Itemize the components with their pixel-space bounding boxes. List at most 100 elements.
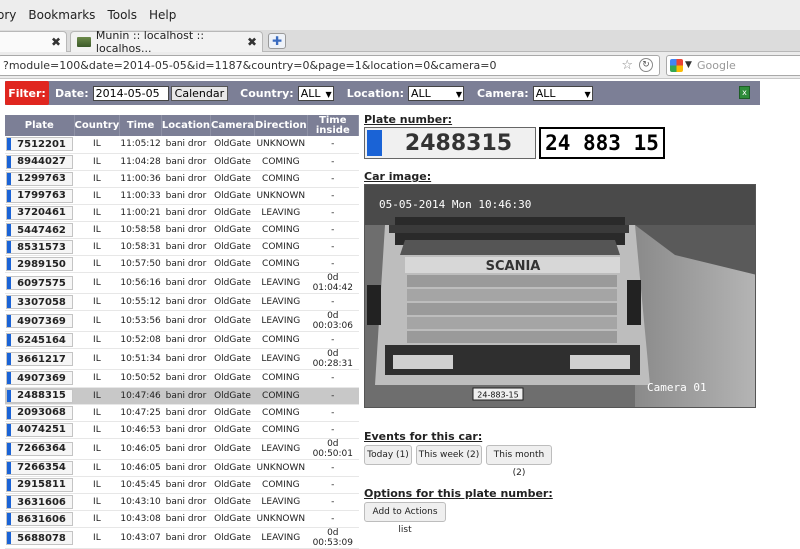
tab-munin[interactable]: Munin :: localhost :: localhos... ✖ [70, 29, 263, 55]
plate-badge[interactable]: 3631606 [6, 495, 74, 510]
cell-camera: OldGate [210, 238, 255, 257]
plate-badge[interactable]: 8944027 [6, 154, 74, 169]
plate-badge-number: 3661217 [17, 353, 66, 365]
events-month-button[interactable]: This month (2) [486, 445, 552, 478]
menu-bookmarks[interactable]: Bookmarks [28, 8, 95, 22]
table-row[interactable]: 6097575 IL 10:56:16 bani dror OldGate LEAVING… [5, 272, 359, 295]
table-row[interactable]: 2488315 IL 10:47:46 bani dror OldGate COMING - [5, 387, 359, 405]
table-row[interactable]: 4907369 IL 10:53:56 bani dror OldGate LEAVING… [5, 310, 359, 333]
cell-direction: LEAVING [254, 348, 308, 371]
plate-badge[interactable]: 5447462 [6, 223, 74, 238]
header-country[interactable]: Country [74, 115, 121, 136]
events-week-button[interactable]: This week (2) [416, 445, 482, 465]
table-row[interactable]: 5447462 IL 10:58:58 bani dror OldGate COMING - [5, 221, 359, 240]
cell-plate: 2915811 [5, 476, 75, 495]
table-row[interactable]: 8531573 IL 10:58:31 bani dror OldGate COMING - [5, 238, 359, 257]
menu-tools[interactable]: Tools [107, 8, 137, 22]
table-row[interactable]: 3631606 IL 10:43:10 bani dror OldGate LEAVING… [5, 493, 359, 512]
plate-badge[interactable]: 3720461 [6, 205, 74, 220]
plate-badge[interactable]: 4074251 [6, 422, 74, 437]
country-select[interactable]: ALL ▼ [297, 85, 334, 101]
plate-badge[interactable]: 3661217 [6, 352, 74, 367]
cell-location: bani dror [161, 255, 211, 274]
tab-bar: ✖ Munin :: localhost :: localhos... ✖ [0, 29, 800, 55]
table-row[interactable]: 3661217 IL 10:51:34 bani dror OldGate LEAVING… [5, 348, 359, 371]
table-row[interactable]: 2915811 IL 10:45:45 bani dror OldGate COMING - [5, 476, 359, 495]
plate-badge[interactable]: 5688078 [6, 531, 74, 546]
new-tab-button[interactable]: ✚ [268, 33, 286, 49]
header-camera[interactable]: Camera [210, 115, 256, 136]
table-row[interactable]: 4074251 IL 10:46:53 bani dror OldGate COMING - [5, 421, 359, 439]
close-icon[interactable]: ✖ [51, 35, 61, 49]
search-bar[interactable]: ▼ Google [666, 55, 800, 76]
url-text: ?module=100&date=2014-05-05&id=1187&coun… [3, 59, 497, 72]
plate-badge[interactable]: 4907369 [6, 314, 74, 329]
url-bar[interactable]: ?module=100&date=2014-05-05&id=1187&coun… [0, 55, 660, 76]
table-row[interactable]: 7512201 IL 11:05:12 bani dror OldGate UNKNOWN… [5, 136, 359, 154]
date-input[interactable]: 2014-05-05 [92, 85, 169, 101]
plate-badge[interactable]: 2989150 [6, 257, 74, 272]
chevron-down-icon[interactable]: ▼ [685, 56, 692, 75]
plate-badge[interactable]: 8631606 [6, 512, 74, 527]
cell-location: bani dror [161, 493, 211, 512]
plate-badge[interactable]: 4907369 [6, 371, 74, 386]
table-row[interactable]: 1799763 IL 11:00:33 bani dror OldGate UNKNOWN… [5, 187, 359, 205]
plate-badge[interactable]: 7266354 [6, 460, 74, 475]
table-row[interactable]: 6245164 IL 10:52:08 bani dror OldGate COMING - [5, 331, 359, 350]
cell-time-inside: 0d 00:50:01 [307, 438, 359, 460]
table-row[interactable]: 7266364 IL 10:46:05 bani dror OldGate LEAVING… [5, 438, 359, 460]
plate-badge-number: 6097575 [17, 277, 66, 289]
plate-badge[interactable]: 7266364 [6, 441, 74, 456]
car-image[interactable]: 24-883-15 SCANIA 05-05-2014 Mon 10:46:30… [364, 184, 756, 408]
bookmark-star-icon[interactable]: ☆ [621, 56, 633, 75]
plate-badge[interactable]: 7512201 [6, 137, 74, 152]
cell-time: 10:45:45 [119, 476, 162, 495]
plate-badge[interactable]: 2488315 [6, 388, 74, 403]
header-time-inside[interactable]: Time inside [307, 115, 360, 136]
table-row[interactable]: 8944027 IL 11:04:28 bani dror OldGate COMING - [5, 153, 359, 171]
header-plate[interactable]: Plate [5, 115, 75, 136]
plate-badge[interactable]: 2915811 [6, 477, 74, 492]
table-row[interactable]: 3720461 IL 11:00:21 bani dror OldGate LEAVING… [5, 204, 359, 222]
plate-badge[interactable]: 1299763 [6, 171, 74, 186]
calendar-button[interactable]: Calendar [170, 85, 229, 101]
menu-history[interactable]: ory [0, 8, 16, 22]
location-select[interactable]: ALL ▼ [408, 85, 465, 101]
excel-export-icon[interactable]: x [739, 86, 750, 99]
cell-location: bani dror [161, 404, 211, 422]
close-icon[interactable]: ✖ [247, 35, 257, 49]
plate-badge[interactable]: 2093068 [6, 405, 74, 420]
table-row[interactable]: 5688078 IL 10:43:07 bani dror OldGate LEAVING… [5, 527, 359, 549]
add-to-actions-button[interactable]: Add to Actions list [364, 502, 446, 535]
camera-select[interactable]: ALL ▼ [532, 85, 593, 101]
google-icon [670, 59, 683, 72]
header-time[interactable]: Time [119, 115, 162, 136]
events-today-button[interactable]: Today (1) [364, 445, 412, 465]
plate-badge[interactable]: 8531573 [6, 240, 74, 255]
table-row[interactable]: 4907369 IL 10:50:52 bani dror OldGate COMING - [5, 369, 359, 388]
tab-previous[interactable]: ✖ [0, 31, 67, 52]
car-image-drawing: 24-883-15 SCANIA 05-05-2014 Mon 10:46:30… [365, 185, 755, 407]
filter-button[interactable]: Filter: [5, 81, 49, 105]
table-row[interactable]: 7266354 IL 10:46:05 bani dror OldGate UNKNOWN… [5, 459, 359, 477]
table-row[interactable]: 1299763 IL 11:00:36 bani dror OldGate COMING - [5, 170, 359, 188]
plate-badge[interactable]: 1799763 [6, 188, 74, 203]
munin-favicon-icon [77, 37, 91, 47]
table-row[interactable]: 3307058 IL 10:55:12 bani dror OldGate LEAVING… [5, 293, 359, 312]
cell-time-inside: - [307, 170, 359, 188]
plate-badge[interactable]: 3307058 [6, 295, 74, 310]
reload-icon[interactable]: ↻ [639, 58, 653, 72]
cell-camera: OldGate [210, 510, 255, 529]
table-row[interactable]: 2093068 IL 10:47:25 bani dror OldGate COMING - [5, 404, 359, 422]
cell-country: IL [74, 348, 120, 371]
cell-time-inside: 0d 01:04:42 [307, 272, 359, 295]
menu-help[interactable]: Help [149, 8, 176, 22]
table-row[interactable]: 2989150 IL 10:57:50 bani dror OldGate COMING - [5, 255, 359, 274]
plate-badge-number: 3307058 [17, 296, 66, 308]
plate-badge-number: 3720461 [17, 207, 66, 219]
plate-badge[interactable]: 6245164 [6, 333, 74, 348]
header-location[interactable]: Location [161, 115, 212, 136]
header-direction[interactable]: Direction [254, 115, 308, 136]
table-row[interactable]: 8631606 IL 10:43:08 bani dror OldGate UNKNOWN… [5, 510, 359, 529]
plate-badge[interactable]: 6097575 [6, 276, 74, 291]
